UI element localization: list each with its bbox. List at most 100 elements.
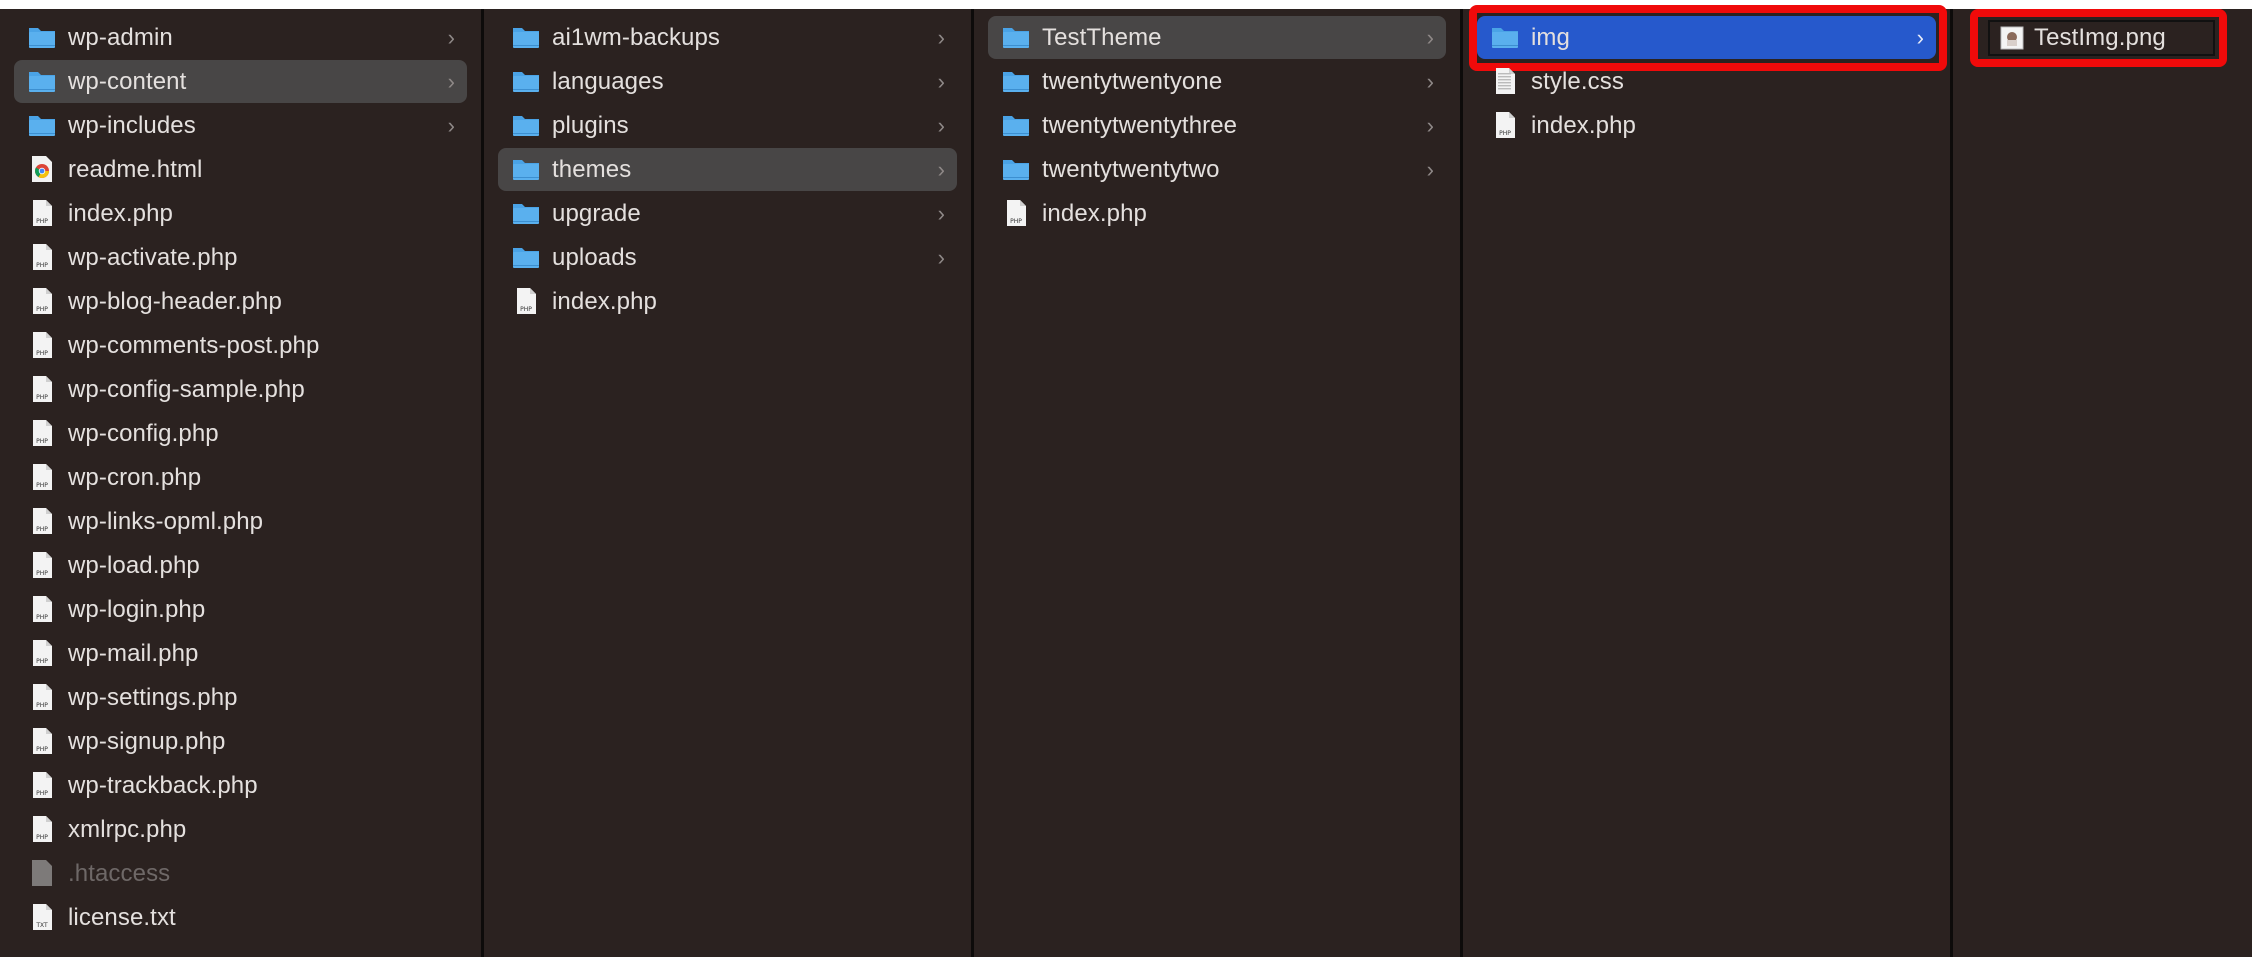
svg-text:PHP: PHP <box>36 350 48 357</box>
php-file-icon: PHP <box>28 683 56 711</box>
item-label: wp-login.php <box>68 595 206 623</box>
file-item-wp-signup-php[interactable]: PHP wp-signup.php <box>14 720 467 763</box>
item-label: wp-activate.php <box>68 243 238 271</box>
column-5[interactable]: TestImg.png <box>1953 9 2252 957</box>
folder-icon <box>512 111 540 139</box>
chevron-right-icon: › <box>1426 68 1434 94</box>
chevron-right-icon: › <box>1426 156 1434 182</box>
php-file-icon: PHP <box>28 815 56 843</box>
item-label: languages <box>552 67 664 95</box>
item-label: wp-mail.php <box>68 639 199 667</box>
item-label: twentytwentytwo <box>1042 155 1220 183</box>
file-item-wp-mail-php[interactable]: PHP wp-mail.php <box>14 632 467 675</box>
svg-text:PHP: PHP <box>36 394 48 401</box>
file-item-wp-settings-php[interactable]: PHP wp-settings.php <box>14 676 467 719</box>
svg-text:PHP: PHP <box>36 746 48 753</box>
item-label: upgrade <box>552 199 641 227</box>
folder-item-upgrade[interactable]: upgrade › <box>498 192 957 235</box>
file-item-wp-config-sample-php[interactable]: PHP wp-config-sample.php <box>14 368 467 411</box>
folder-icon <box>512 243 540 271</box>
item-label: wp-links-opml.php <box>68 507 264 535</box>
column-4[interactable]: img › style.css PHP index.php <box>1463 5 1953 957</box>
file-item-index-php[interactable]: PHP index.php <box>1477 104 1936 147</box>
php-file-icon: PHP <box>28 287 56 315</box>
item-label: wp-config.php <box>68 419 219 447</box>
folder-icon <box>1002 67 1030 95</box>
folder-item-wp-includes[interactable]: wp-includes › <box>14 104 467 147</box>
folder-item-testtheme[interactable]: TestTheme › <box>988 16 1446 59</box>
column-3[interactable]: TestTheme › twentytwentyone › twentytwentyth… <box>974 9 1463 957</box>
file-item-wp-blog-header-php[interactable]: PHP wp-blog-header.php <box>14 280 467 323</box>
folder-item-themes[interactable]: themes › <box>498 148 957 191</box>
svg-text:TXT: TXT <box>35 922 48 929</box>
folder-item-uploads[interactable]: uploads › <box>498 236 957 279</box>
item-label: themes <box>552 155 632 183</box>
svg-text:PHP: PHP <box>36 482 48 489</box>
php-file-icon: PHP <box>28 243 56 271</box>
file-item-wp-trackback-php[interactable]: PHP wp-trackback.php <box>14 764 467 807</box>
item-label: wp-config-sample.php <box>68 375 305 403</box>
file-item-wp-login-php[interactable]: PHP wp-login.php <box>14 588 467 631</box>
file-item-index-php[interactable]: PHP index.php <box>988 192 1446 235</box>
column-2[interactable]: ai1wm-backups › languages › plugins › themes › u… <box>484 9 974 957</box>
chevron-right-icon: › <box>447 112 455 138</box>
file-item-index-php[interactable]: PHP index.php <box>14 192 467 235</box>
finder-column-browser: wp-admin › wp-content › wp-includes › readme.h… <box>0 5 2252 957</box>
file-item-wp-load-php[interactable]: PHP wp-load.php <box>14 544 467 587</box>
folder-icon <box>1002 111 1030 139</box>
file-item-wp-activate-php[interactable]: PHP wp-activate.php <box>14 236 467 279</box>
folder-item-wp-admin[interactable]: wp-admin › <box>14 16 467 59</box>
folder-item-languages[interactable]: languages › <box>498 60 957 103</box>
folder-item-twentytwentytwo[interactable]: twentytwentytwo › <box>988 148 1446 191</box>
svg-text:PHP: PHP <box>36 438 48 445</box>
item-label: ai1wm-backups <box>552 23 721 51</box>
file-item-wp-config-php[interactable]: PHP wp-config.php <box>14 412 467 455</box>
item-label: style.css <box>1531 67 1624 95</box>
php-file-icon: PHP <box>1491 111 1519 139</box>
folder-item-twentytwentyone[interactable]: twentytwentyone › <box>988 60 1446 103</box>
item-label: wp-signup.php <box>68 727 226 755</box>
item-label: wp-trackback.php <box>68 771 258 799</box>
svg-text:PHP: PHP <box>36 218 48 225</box>
red-highlight-annotation <box>1970 9 2227 67</box>
folder-icon <box>28 111 56 139</box>
chevron-right-icon: › <box>1426 112 1434 138</box>
folder-item-ai1wm-backups[interactable]: ai1wm-backups › <box>498 16 957 59</box>
file-item-style-css[interactable]: style.css <box>1477 60 1936 103</box>
svg-text:PHP: PHP <box>36 614 48 621</box>
file-item-htaccess[interactable]: .htaccess <box>14 852 467 895</box>
php-file-icon: PHP <box>1002 199 1030 227</box>
chrome-html-file-icon <box>28 155 56 183</box>
item-label: license.txt <box>68 903 176 931</box>
item-label: index.php <box>68 199 173 227</box>
hidden-file-icon <box>28 859 56 887</box>
folder-icon <box>512 23 540 51</box>
file-item-xmlrpc-php[interactable]: PHP xmlrpc.php <box>14 808 467 851</box>
folder-item-plugins[interactable]: plugins › <box>498 104 957 147</box>
chevron-right-icon: › <box>937 156 945 182</box>
folder-item-twentytwentythree[interactable]: twentytwentythree › <box>988 104 1446 147</box>
php-file-icon: PHP <box>28 507 56 535</box>
item-label: plugins <box>552 111 629 139</box>
file-item-readme-html[interactable]: readme.html <box>14 148 467 191</box>
php-file-icon: PHP <box>28 199 56 227</box>
item-label: uploads <box>552 243 637 271</box>
chevron-right-icon: › <box>937 244 945 270</box>
chevron-right-icon: › <box>447 24 455 50</box>
svg-text:PHP: PHP <box>36 306 48 313</box>
file-item-wp-cron-php[interactable]: PHP wp-cron.php <box>14 456 467 499</box>
file-item-wp-comments-post-php[interactable]: PHP wp-comments-post.php <box>14 324 467 367</box>
item-label: TestTheme <box>1042 23 1162 51</box>
item-label: twentytwentythree <box>1042 111 1238 139</box>
svg-text:PHP: PHP <box>1010 218 1022 225</box>
item-label: wp-includes <box>68 111 196 139</box>
file-item-index-php[interactable]: PHP index.php <box>498 280 957 323</box>
item-label: wp-comments-post.php <box>68 331 320 359</box>
folder-item-wp-content[interactable]: wp-content › <box>14 60 467 103</box>
folder-icon <box>28 23 56 51</box>
chevron-right-icon: › <box>937 112 945 138</box>
file-item-wp-links-opml-php[interactable]: PHP wp-links-opml.php <box>14 500 467 543</box>
file-item-license-txt[interactable]: TXT license.txt <box>14 896 467 939</box>
column-1[interactable]: wp-admin › wp-content › wp-includes › readme.h… <box>0 9 484 957</box>
php-file-icon: PHP <box>28 551 56 579</box>
